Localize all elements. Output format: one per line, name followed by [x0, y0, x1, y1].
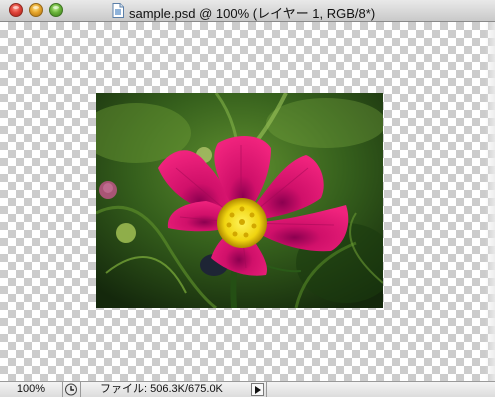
document-size-info: ファイル: 506.3K/675.0K	[100, 383, 223, 395]
psd-document-icon[interactable]	[112, 3, 124, 18]
title-bar[interactable]: sample.psd @ 100% (レイヤー 1, RGB/8*)	[0, 0, 495, 22]
zoom-level-field[interactable]: 100%	[0, 382, 63, 397]
minimize-button[interactable]	[29, 3, 43, 17]
horizontal-scrollbar-area[interactable]	[266, 382, 495, 397]
status-divider	[80, 382, 81, 397]
version-cue-icon[interactable]	[64, 383, 78, 396]
close-button[interactable]	[9, 3, 23, 17]
zoom-button[interactable]	[49, 3, 63, 17]
document-window: sample.psd @ 100% (レイヤー 1, RGB/8*) 100% …	[0, 0, 495, 397]
flower-image[interactable]	[96, 93, 383, 308]
canvas-right-edge	[485, 22, 495, 381]
status-bar: 100% ファイル: 506.3K/675.0K	[0, 381, 495, 397]
window-title: sample.psd @ 100% (レイヤー 1, RGB/8*)	[129, 6, 376, 21]
triangle-right-icon[interactable]	[251, 383, 264, 396]
